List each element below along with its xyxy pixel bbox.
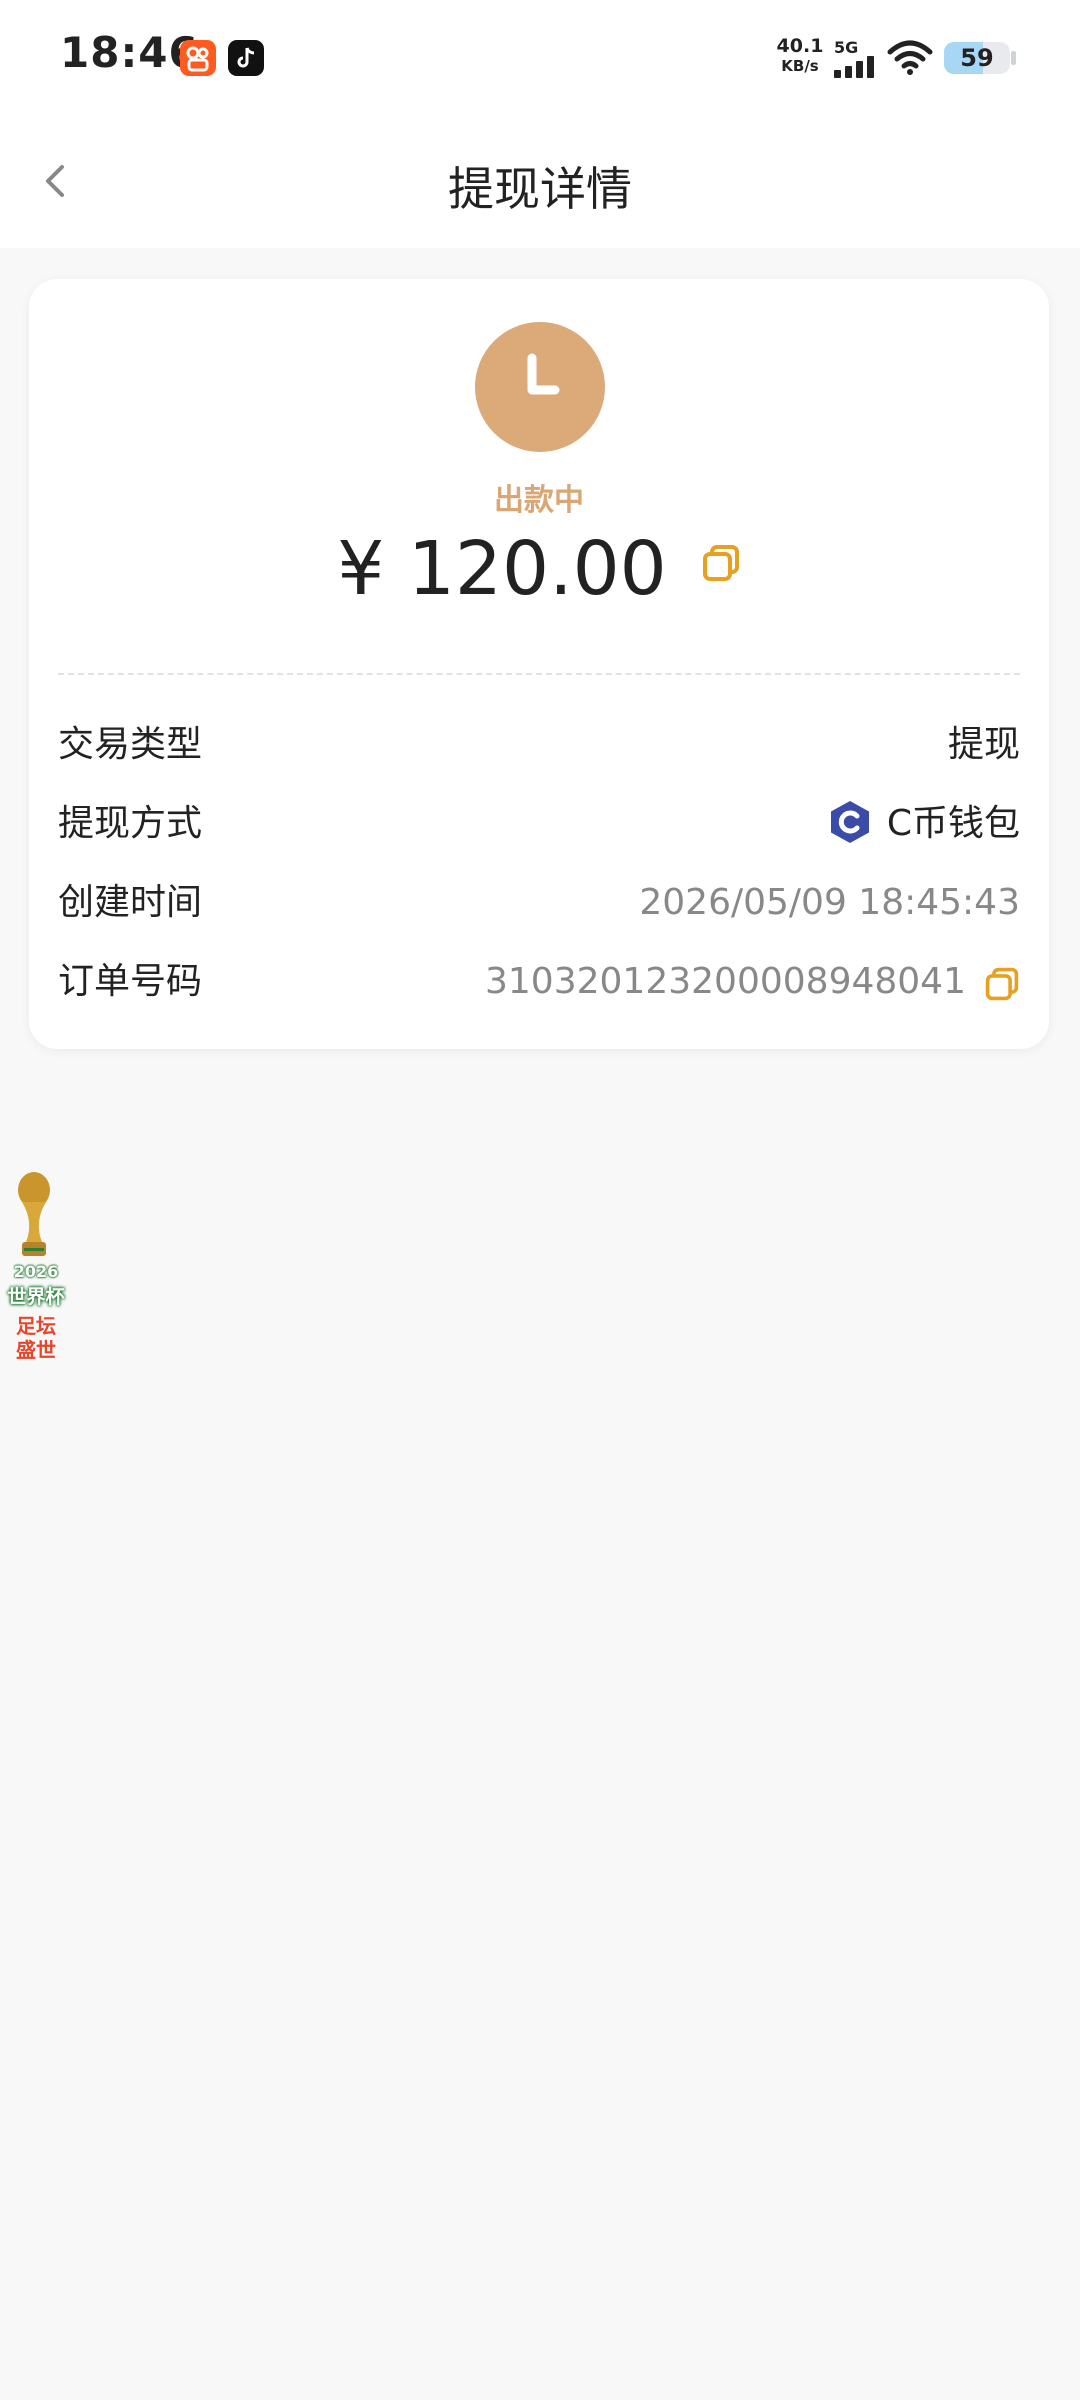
detail-row-created: 创建时间 2026/05/09 18:45:43: [58, 873, 1020, 933]
net-speed-value: 40.1: [776, 35, 824, 57]
battery-cap: [1011, 51, 1016, 65]
detail-row-order: 订单号码 310320123200008948041: [58, 952, 1020, 1012]
wc-year: 2026: [13, 1262, 59, 1281]
detail-row-method: 提现方式 C币钱包: [58, 794, 1020, 854]
copy-icon[interactable]: [701, 543, 741, 583]
wc-title: 世界杯: [7, 1286, 65, 1308]
detail-value-wrap: 310320123200008948041: [485, 952, 1020, 1012]
dashed-divider: [58, 673, 1020, 675]
net-speed: 40.1 KB/s: [770, 36, 830, 76]
withdrawal-detail-card: 出款中 ¥ 120.00 交易类型 提现 提现方式 C币钱包 创建时间 2026…: [29, 279, 1049, 1049]
detail-row-type: 交易类型 提现: [58, 715, 1020, 775]
wc-slogan: 足坛 盛世: [0, 1314, 72, 1362]
clock-icon: [475, 322, 605, 452]
page-title: 提现详情: [448, 162, 632, 216]
copy-icon[interactable]: [984, 961, 1020, 1001]
kuaishou-icon: [180, 40, 216, 76]
order-number: 310320123200008948041: [485, 961, 966, 1002]
amount-value: ¥ 120.00: [337, 526, 667, 612]
detail-label: 创建时间: [58, 882, 203, 923]
douyin-icon: [228, 40, 264, 76]
status-text: 出款中: [494, 483, 584, 518]
detail-label: 交易类型: [58, 724, 203, 765]
net-speed-unit: KB/s: [781, 57, 819, 75]
detail-value: C币钱包: [886, 803, 1020, 844]
battery-icon: 59: [944, 42, 1010, 74]
network-type: 5G: [834, 38, 859, 57]
c-wallet-icon: [827, 799, 873, 845]
world-cup-float-badge[interactable]: 2026 世界杯 足坛 盛世: [0, 1170, 72, 1385]
detail-value: 2026/05/09 18:45:43: [639, 882, 1020, 923]
detail-value: 提现: [947, 724, 1020, 765]
battery-level: 59: [960, 44, 994, 72]
status-time: 18:46: [60, 28, 199, 77]
wc-slogan-line2: 盛世: [16, 1338, 56, 1362]
signal-icon: [834, 56, 876, 82]
wifi-icon: [886, 38, 934, 82]
wc-slogan-line1: 足坛: [16, 1314, 56, 1338]
detail-label: 提现方式: [58, 803, 203, 844]
trophy-icon: [10, 1170, 58, 1262]
status-bar: 18:46 40.1 KB/s 5G 59: [0, 0, 1080, 115]
detail-label: 订单号码: [58, 961, 203, 1002]
detail-value-wrap: C币钱包: [827, 794, 1020, 854]
amount-row: ¥ 120.00: [29, 519, 1049, 619]
nav-bar: 提现详情: [0, 115, 1080, 248]
